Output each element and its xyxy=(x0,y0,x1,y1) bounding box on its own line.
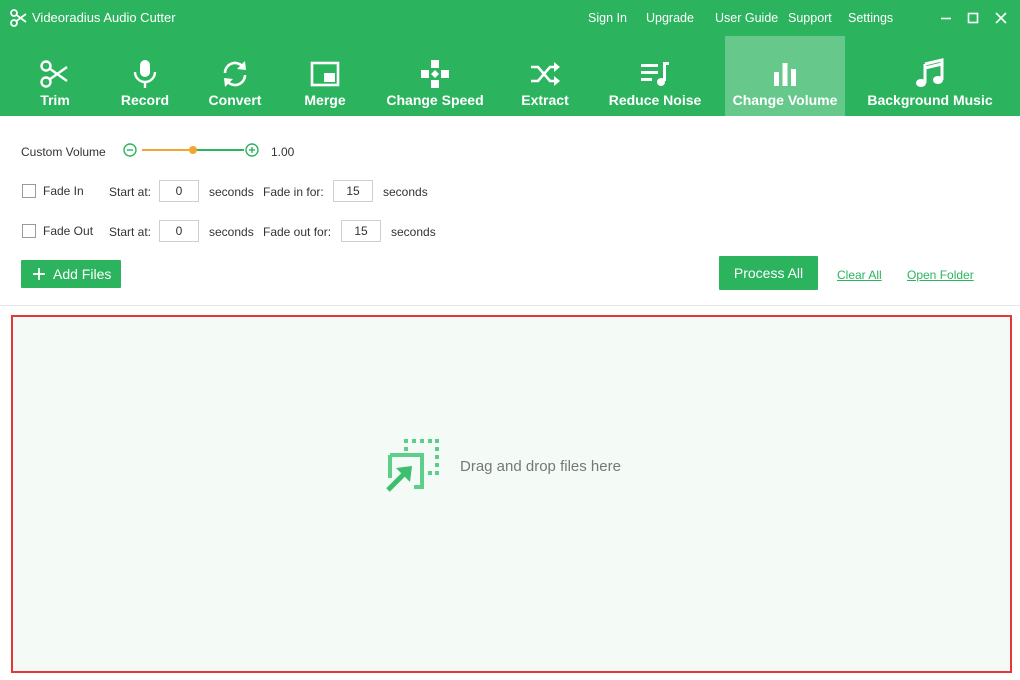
support-link[interactable]: Support xyxy=(788,10,832,26)
add-files-button[interactable]: Add Files xyxy=(21,260,121,288)
volume-decrease-icon[interactable] xyxy=(123,143,137,157)
tool-label: Record xyxy=(120,92,170,108)
close-icon[interactable] xyxy=(991,8,1011,28)
fade-out-duration-input[interactable] xyxy=(341,220,381,242)
plus-icon xyxy=(33,268,45,280)
add-files-label: Add Files xyxy=(53,266,112,282)
title-bar: Videoradius Audio Cutter Sign In Upgrade… xyxy=(0,0,1020,36)
custom-volume-label: Custom Volume xyxy=(21,145,106,159)
tool-merge[interactable]: Merge xyxy=(290,36,360,116)
tool-label: Change Volume xyxy=(732,92,838,108)
scissors-icon xyxy=(40,60,68,88)
main-toolbar: Trim Record Convert Merge Change Speed E… xyxy=(0,36,1020,116)
refresh-icon xyxy=(223,61,247,87)
tool-convert[interactable]: Convert xyxy=(199,36,271,116)
open-folder-link[interactable]: Open Folder xyxy=(907,268,974,282)
tool-trim[interactable]: Trim xyxy=(19,36,91,116)
tool-label: Merge xyxy=(304,92,346,108)
tool-extract[interactable]: Extract xyxy=(510,36,580,116)
scissors-icon xyxy=(10,9,27,27)
tool-label: Extract xyxy=(521,92,569,108)
user-guide-link[interactable]: User Guide xyxy=(715,10,778,26)
fade-in-checkbox[interactable] xyxy=(22,184,36,198)
upgrade-link[interactable]: Upgrade xyxy=(646,10,694,26)
fade-out-label: Fade Out xyxy=(43,224,94,238)
tool-change-volume[interactable]: Change Volume xyxy=(725,36,845,116)
sign-in-link[interactable]: Sign In xyxy=(588,10,627,26)
playlist-icon xyxy=(641,62,669,86)
fade-out-duration-label: Fade out for: xyxy=(263,225,332,239)
fade-out-start-input[interactable] xyxy=(159,220,199,242)
tool-background-music[interactable]: Background Music xyxy=(860,36,1000,116)
fade-out-start-unit: seconds xyxy=(209,225,254,239)
tool-label: Trim xyxy=(40,92,70,108)
volume-increase-icon[interactable] xyxy=(245,143,259,157)
microphone-icon xyxy=(133,60,157,88)
maximize-icon[interactable] xyxy=(963,8,983,28)
settings-link[interactable]: Settings xyxy=(848,10,893,26)
volume-settings-panel: Custom Volume 1.00 Fade In Start at: sec… xyxy=(0,116,1020,306)
tool-record[interactable]: Record xyxy=(110,36,180,116)
app-title: Videoradius Audio Cutter xyxy=(32,10,176,25)
tool-label: Background Music xyxy=(867,92,993,108)
clear-all-link[interactable]: Clear All xyxy=(837,268,882,282)
fade-in-label: Fade In xyxy=(43,184,84,198)
drop-zone-text: Drag and drop files here xyxy=(460,458,621,475)
volume-value: 1.00 xyxy=(271,145,295,159)
app-header: Videoradius Audio Cutter Sign In Upgrade… xyxy=(0,0,1020,116)
bar-chart-icon xyxy=(774,63,796,86)
process-all-button[interactable]: Process All xyxy=(719,256,818,290)
merge-icon xyxy=(310,61,340,87)
shuffle-icon xyxy=(531,62,560,86)
music-note-icon xyxy=(916,58,944,87)
fade-in-duration-input[interactable] xyxy=(333,180,373,202)
fade-in-start-unit: seconds xyxy=(209,185,254,199)
tool-label: Reduce Noise xyxy=(608,92,702,108)
fade-in-start-label: Start at: xyxy=(109,185,152,199)
tool-reduce-noise[interactable]: Reduce Noise xyxy=(600,36,710,116)
tool-label: Change Speed xyxy=(386,92,484,108)
minimize-icon[interactable] xyxy=(936,8,956,28)
volume-slider-thumb[interactable] xyxy=(189,146,197,154)
file-drop-zone[interactable]: Drag and drop files here xyxy=(11,315,1012,673)
fade-out-duration-unit: seconds xyxy=(391,225,436,239)
fade-in-start-input[interactable] xyxy=(159,180,199,202)
fade-out-start-label: Start at: xyxy=(109,225,152,239)
volume-slider-fill xyxy=(142,149,193,151)
fade-out-checkbox[interactable] xyxy=(22,224,36,238)
tool-change-speed[interactable]: Change Speed xyxy=(380,36,490,116)
fade-in-duration-label: Fade in for: xyxy=(263,185,324,199)
gamepad-icon xyxy=(421,60,449,88)
fade-in-duration-unit: seconds xyxy=(383,185,428,199)
tool-label: Convert xyxy=(208,92,262,108)
drag-drop-icon xyxy=(386,439,439,492)
